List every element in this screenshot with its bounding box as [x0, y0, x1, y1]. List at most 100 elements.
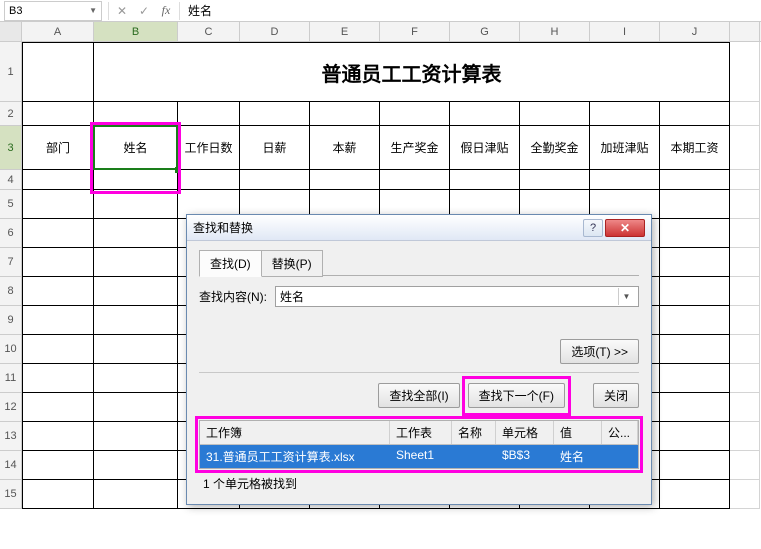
cell[interactable] [520, 102, 590, 126]
tab-find[interactable]: 查找(D) [199, 250, 262, 277]
row-header-5[interactable]: 5 [0, 190, 22, 219]
cell[interactable] [660, 277, 730, 306]
cell[interactable] [94, 480, 178, 509]
cell[interactable] [22, 277, 94, 306]
cell[interactable] [520, 170, 590, 190]
cell[interactable] [94, 102, 178, 126]
row-header-12[interactable]: 12 [0, 393, 22, 422]
cell[interactable] [94, 364, 178, 393]
row-header-6[interactable]: 6 [0, 219, 22, 248]
name-box[interactable]: B3 ▼ [4, 1, 102, 21]
cell[interactable] [730, 42, 760, 102]
cell[interactable] [22, 102, 94, 126]
cell[interactable] [730, 277, 760, 306]
select-all-corner[interactable] [0, 22, 22, 41]
cell[interactable] [730, 170, 760, 190]
row-header-1[interactable]: 1 [0, 42, 22, 102]
cell[interactable] [22, 190, 94, 219]
cell[interactable] [22, 170, 94, 190]
col-header-D[interactable]: D [240, 22, 310, 41]
col-formula[interactable]: 公... [602, 421, 638, 444]
row-header-7[interactable]: 7 [0, 248, 22, 277]
dialog-titlebar[interactable]: 查找和替换 ? ✕ [187, 215, 651, 241]
cell[interactable] [660, 248, 730, 277]
row-header-9[interactable]: 9 [0, 306, 22, 335]
cell[interactable] [730, 451, 760, 480]
cell[interactable] [730, 422, 760, 451]
cell-header[interactable]: 全勤奖金 [520, 126, 590, 170]
cell[interactable] [590, 170, 660, 190]
cell[interactable] [178, 102, 240, 126]
cell[interactable] [94, 306, 178, 335]
cell[interactable] [660, 480, 730, 509]
options-button[interactable]: 选项(T) >> [560, 339, 639, 364]
cell[interactable] [660, 219, 730, 248]
row-header-13[interactable]: 13 [0, 422, 22, 451]
cell[interactable] [240, 170, 310, 190]
col-header-J[interactable]: J [660, 22, 730, 41]
cell[interactable] [660, 102, 730, 126]
formula-content[interactable]: 姓名 [182, 2, 761, 19]
cell[interactable] [730, 190, 760, 219]
cell[interactable] [178, 170, 240, 190]
cell[interactable] [380, 170, 450, 190]
cell-header[interactable]: 假日津贴 [450, 126, 520, 170]
col-name[interactable]: 名称 [452, 421, 496, 444]
cell-header[interactable]: 部门 [22, 126, 94, 170]
chevron-down-icon[interactable]: ▼ [618, 288, 634, 305]
row-header-4[interactable]: 4 [0, 170, 22, 190]
cell[interactable] [730, 126, 760, 170]
cell[interactable] [22, 306, 94, 335]
cell-header[interactable]: 本期工资 [660, 126, 730, 170]
cell[interactable] [94, 248, 178, 277]
cell[interactable] [22, 451, 94, 480]
confirm-icon[interactable]: ✓ [133, 2, 155, 20]
cell[interactable] [730, 219, 760, 248]
cell[interactable] [310, 102, 380, 126]
title-cell[interactable]: 普通员工工资计算表 [94, 42, 730, 102]
col-header-A[interactable]: A [22, 22, 94, 41]
row-header-11[interactable]: 11 [0, 364, 22, 393]
fx-icon[interactable]: fx [155, 2, 177, 20]
cell-header[interactable]: 日薪 [240, 126, 310, 170]
col-header-I[interactable]: I [590, 22, 660, 41]
tab-replace[interactable]: 替换(P) [262, 250, 323, 277]
cell[interactable] [380, 102, 450, 126]
cell-header[interactable]: 生产奖金 [380, 126, 450, 170]
col-value[interactable]: 值 [554, 421, 602, 444]
cell[interactable] [730, 248, 760, 277]
cell[interactable] [660, 451, 730, 480]
row-header-2[interactable]: 2 [0, 102, 22, 126]
cell[interactable] [660, 190, 730, 219]
cell[interactable] [94, 219, 178, 248]
cell[interactable] [310, 170, 380, 190]
close-button[interactable]: 关闭 [593, 383, 639, 408]
results-table[interactable]: 工作簿 工作表 名称 单元格 值 公... 31.普通员工工资计算表.xlsx … [199, 420, 639, 469]
cell[interactable] [730, 306, 760, 335]
find-next-button[interactable]: 查找下一个(F) [468, 383, 565, 408]
fill-handle[interactable] [175, 167, 181, 173]
cell[interactable] [22, 364, 94, 393]
cell[interactable] [730, 335, 760, 364]
cell[interactable] [22, 422, 94, 451]
col-workbook[interactable]: 工作簿 [200, 421, 390, 444]
cell[interactable] [660, 170, 730, 190]
cell[interactable] [94, 451, 178, 480]
cell[interactable] [94, 393, 178, 422]
col-header-G[interactable]: G [450, 22, 520, 41]
cell[interactable] [660, 306, 730, 335]
results-row[interactable]: 31.普通员工工资计算表.xlsx Sheet1 $B$3 姓名 [200, 445, 638, 468]
cell[interactable] [660, 335, 730, 364]
cell[interactable] [94, 277, 178, 306]
cell[interactable] [730, 480, 760, 509]
cell[interactable] [660, 422, 730, 451]
cell[interactable] [450, 102, 520, 126]
cell[interactable] [22, 480, 94, 509]
cell-header[interactable]: 工作日数 [178, 126, 240, 170]
col-header-B[interactable]: B [94, 22, 178, 41]
cell-header[interactable]: 本薪 [310, 126, 380, 170]
help-button[interactable]: ? [583, 219, 603, 237]
cell[interactable] [730, 393, 760, 422]
cell[interactable] [730, 364, 760, 393]
cell[interactable] [94, 422, 178, 451]
